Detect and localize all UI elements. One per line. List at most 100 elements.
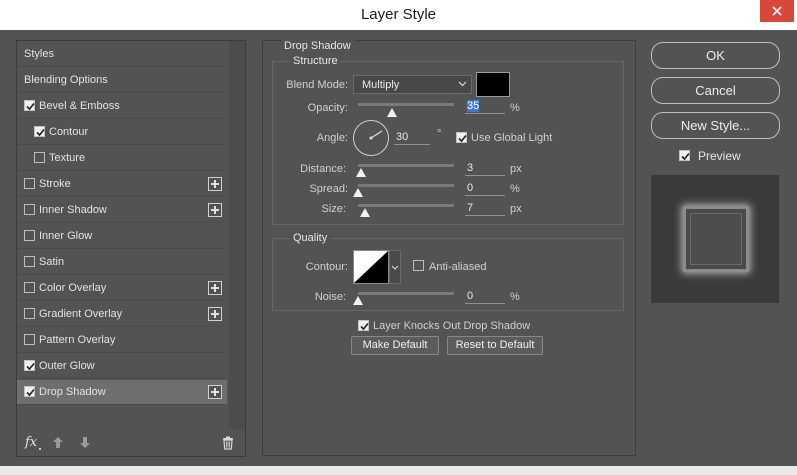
ok-button[interactable]: OK bbox=[651, 42, 780, 69]
style-item-inner-shadow[interactable]: Inner Shadow bbox=[17, 198, 227, 223]
spread-label: Spread: bbox=[309, 183, 348, 195]
shadow-color-swatch[interactable] bbox=[476, 72, 510, 97]
style-item-checkbox[interactable] bbox=[24, 230, 35, 241]
move-up-icon[interactable] bbox=[52, 436, 64, 449]
blend-mode-value: Multiply bbox=[362, 79, 400, 91]
style-item-checkbox[interactable] bbox=[24, 282, 35, 293]
styles-list-scrollbar[interactable] bbox=[229, 41, 245, 429]
opacity-slider[interactable] bbox=[358, 103, 454, 106]
style-item-bevel-emboss[interactable]: Bevel & Emboss bbox=[17, 94, 227, 119]
style-item-label: Outer Glow bbox=[39, 360, 95, 372]
style-item-inner-glow[interactable]: Inner Glow bbox=[17, 224, 227, 249]
anti-aliased-checkbox[interactable] bbox=[413, 260, 424, 271]
checkmark-icon bbox=[26, 362, 35, 371]
style-item-label: Bevel & Emboss bbox=[39, 100, 120, 112]
move-down-icon[interactable] bbox=[79, 436, 91, 449]
chevron-down-icon bbox=[391, 265, 399, 270]
angle-dial[interactable] bbox=[353, 120, 389, 156]
add-effect-instance-icon[interactable] bbox=[208, 281, 222, 295]
contour-picker[interactable] bbox=[353, 250, 389, 284]
opacity-field[interactable]: 35 bbox=[465, 100, 505, 114]
anti-aliased-label[interactable]: Anti-aliased bbox=[429, 261, 486, 273]
style-item-checkbox[interactable] bbox=[24, 308, 35, 319]
style-item-checkbox[interactable] bbox=[24, 256, 35, 267]
style-item-checkbox[interactable] bbox=[24, 100, 35, 111]
angle-unit: ° bbox=[437, 128, 442, 140]
add-effect-instance-icon[interactable] bbox=[208, 307, 222, 321]
style-item-label: Pattern Overlay bbox=[39, 334, 116, 346]
spread-field[interactable]: 0 bbox=[465, 182, 505, 196]
spread-slider-thumb[interactable] bbox=[353, 188, 363, 197]
noise-slider-thumb[interactable] bbox=[353, 296, 363, 305]
style-item-checkbox[interactable] bbox=[24, 178, 35, 189]
contour-label: Contour: bbox=[305, 261, 348, 273]
opacity-label: Opacity: bbox=[307, 102, 348, 114]
style-item-label: Texture bbox=[49, 152, 86, 164]
size-field[interactable]: 7 bbox=[465, 202, 505, 216]
section-title: Drop Shadow bbox=[281, 40, 354, 52]
opacity-unit: % bbox=[510, 102, 520, 114]
style-item-satin[interactable]: Satin bbox=[17, 250, 227, 275]
style-item-drop-shadow[interactable]: Drop Shadow bbox=[17, 380, 227, 405]
style-item-label: Inner Shadow bbox=[39, 204, 107, 216]
style-item-checkbox[interactable] bbox=[24, 386, 35, 397]
checkmark-icon bbox=[458, 134, 467, 143]
noise-slider[interactable] bbox=[358, 292, 454, 295]
style-item-checkbox[interactable] bbox=[24, 360, 35, 371]
style-item-pattern-overlay[interactable]: Pattern Overlay bbox=[17, 328, 227, 353]
layer-knocks-out-label[interactable]: Layer Knocks Out Drop Shadow bbox=[373, 320, 530, 332]
contour-dropdown-button[interactable] bbox=[389, 250, 401, 284]
distance-field[interactable]: 3 bbox=[465, 162, 505, 176]
distance-slider[interactable] bbox=[358, 164, 454, 167]
style-item-styles[interactable]: Styles bbox=[17, 42, 227, 67]
noise-unit: % bbox=[510, 291, 520, 303]
angle-field[interactable]: 30 bbox=[394, 131, 430, 145]
layer-knocks-out-checkbox[interactable] bbox=[358, 320, 369, 331]
size-slider[interactable] bbox=[358, 204, 454, 207]
style-item-checkbox[interactable] bbox=[24, 334, 35, 345]
preview-label[interactable]: Preview bbox=[698, 149, 741, 163]
style-item-checkbox[interactable] bbox=[34, 126, 45, 137]
use-global-light-label[interactable]: Use Global Light bbox=[471, 132, 552, 144]
checkmark-icon bbox=[360, 322, 369, 331]
style-item-contour[interactable]: Contour bbox=[17, 120, 227, 145]
style-item-texture[interactable]: Texture bbox=[17, 146, 227, 171]
opacity-slider-thumb[interactable] bbox=[387, 108, 397, 117]
add-effect-instance-icon[interactable] bbox=[208, 385, 222, 399]
distance-slider-thumb[interactable] bbox=[356, 168, 366, 177]
reset-to-default-button[interactable]: Reset to Default bbox=[447, 336, 543, 355]
style-item-checkbox[interactable] bbox=[24, 204, 35, 215]
style-item-label: Stroke bbox=[39, 178, 71, 190]
cancel-button[interactable]: Cancel bbox=[651, 77, 780, 104]
add-effect-instance-icon[interactable] bbox=[208, 203, 222, 217]
window-title: Layer Style bbox=[360, 6, 437, 23]
style-item-stroke[interactable]: Stroke bbox=[17, 172, 227, 197]
style-item-label: Drop Shadow bbox=[39, 386, 106, 398]
blend-mode-label: Blend Mode: bbox=[286, 79, 348, 91]
close-button[interactable] bbox=[760, 0, 794, 22]
trash-icon[interactable] bbox=[222, 436, 234, 450]
use-global-light-checkbox[interactable] bbox=[456, 132, 467, 143]
quality-title: Quality bbox=[290, 232, 331, 244]
blend-mode-select[interactable]: Multiply bbox=[353, 75, 472, 94]
preview-checkbox[interactable] bbox=[679, 150, 690, 161]
style-item-checkbox[interactable] bbox=[34, 152, 45, 163]
style-item-color-overlay[interactable]: Color Overlay bbox=[17, 276, 227, 301]
noise-field[interactable]: 0 bbox=[465, 290, 505, 304]
style-item-outer-glow[interactable]: Outer Glow bbox=[17, 354, 227, 379]
noise-label: Noise: bbox=[314, 291, 346, 303]
size-unit: px bbox=[510, 203, 522, 215]
add-effect-button[interactable]: fx bbox=[25, 435, 37, 450]
angle-label: Angle: bbox=[316, 132, 348, 144]
style-item-blending-options[interactable]: Blending Options bbox=[17, 68, 227, 93]
style-item-gradient-overlay[interactable]: Gradient Overlay bbox=[17, 302, 227, 327]
contour-curve-icon bbox=[354, 251, 388, 283]
new-style-button[interactable]: New Style... bbox=[651, 112, 780, 139]
checkmark-icon bbox=[26, 102, 35, 111]
add-effect-instance-icon[interactable] bbox=[208, 177, 222, 191]
size-slider-thumb[interactable] bbox=[360, 208, 370, 217]
spread-slider[interactable] bbox=[358, 184, 454, 187]
checkmark-icon bbox=[36, 128, 45, 137]
angle-indicator-icon bbox=[369, 130, 383, 140]
make-default-button[interactable]: Make Default bbox=[351, 336, 439, 355]
